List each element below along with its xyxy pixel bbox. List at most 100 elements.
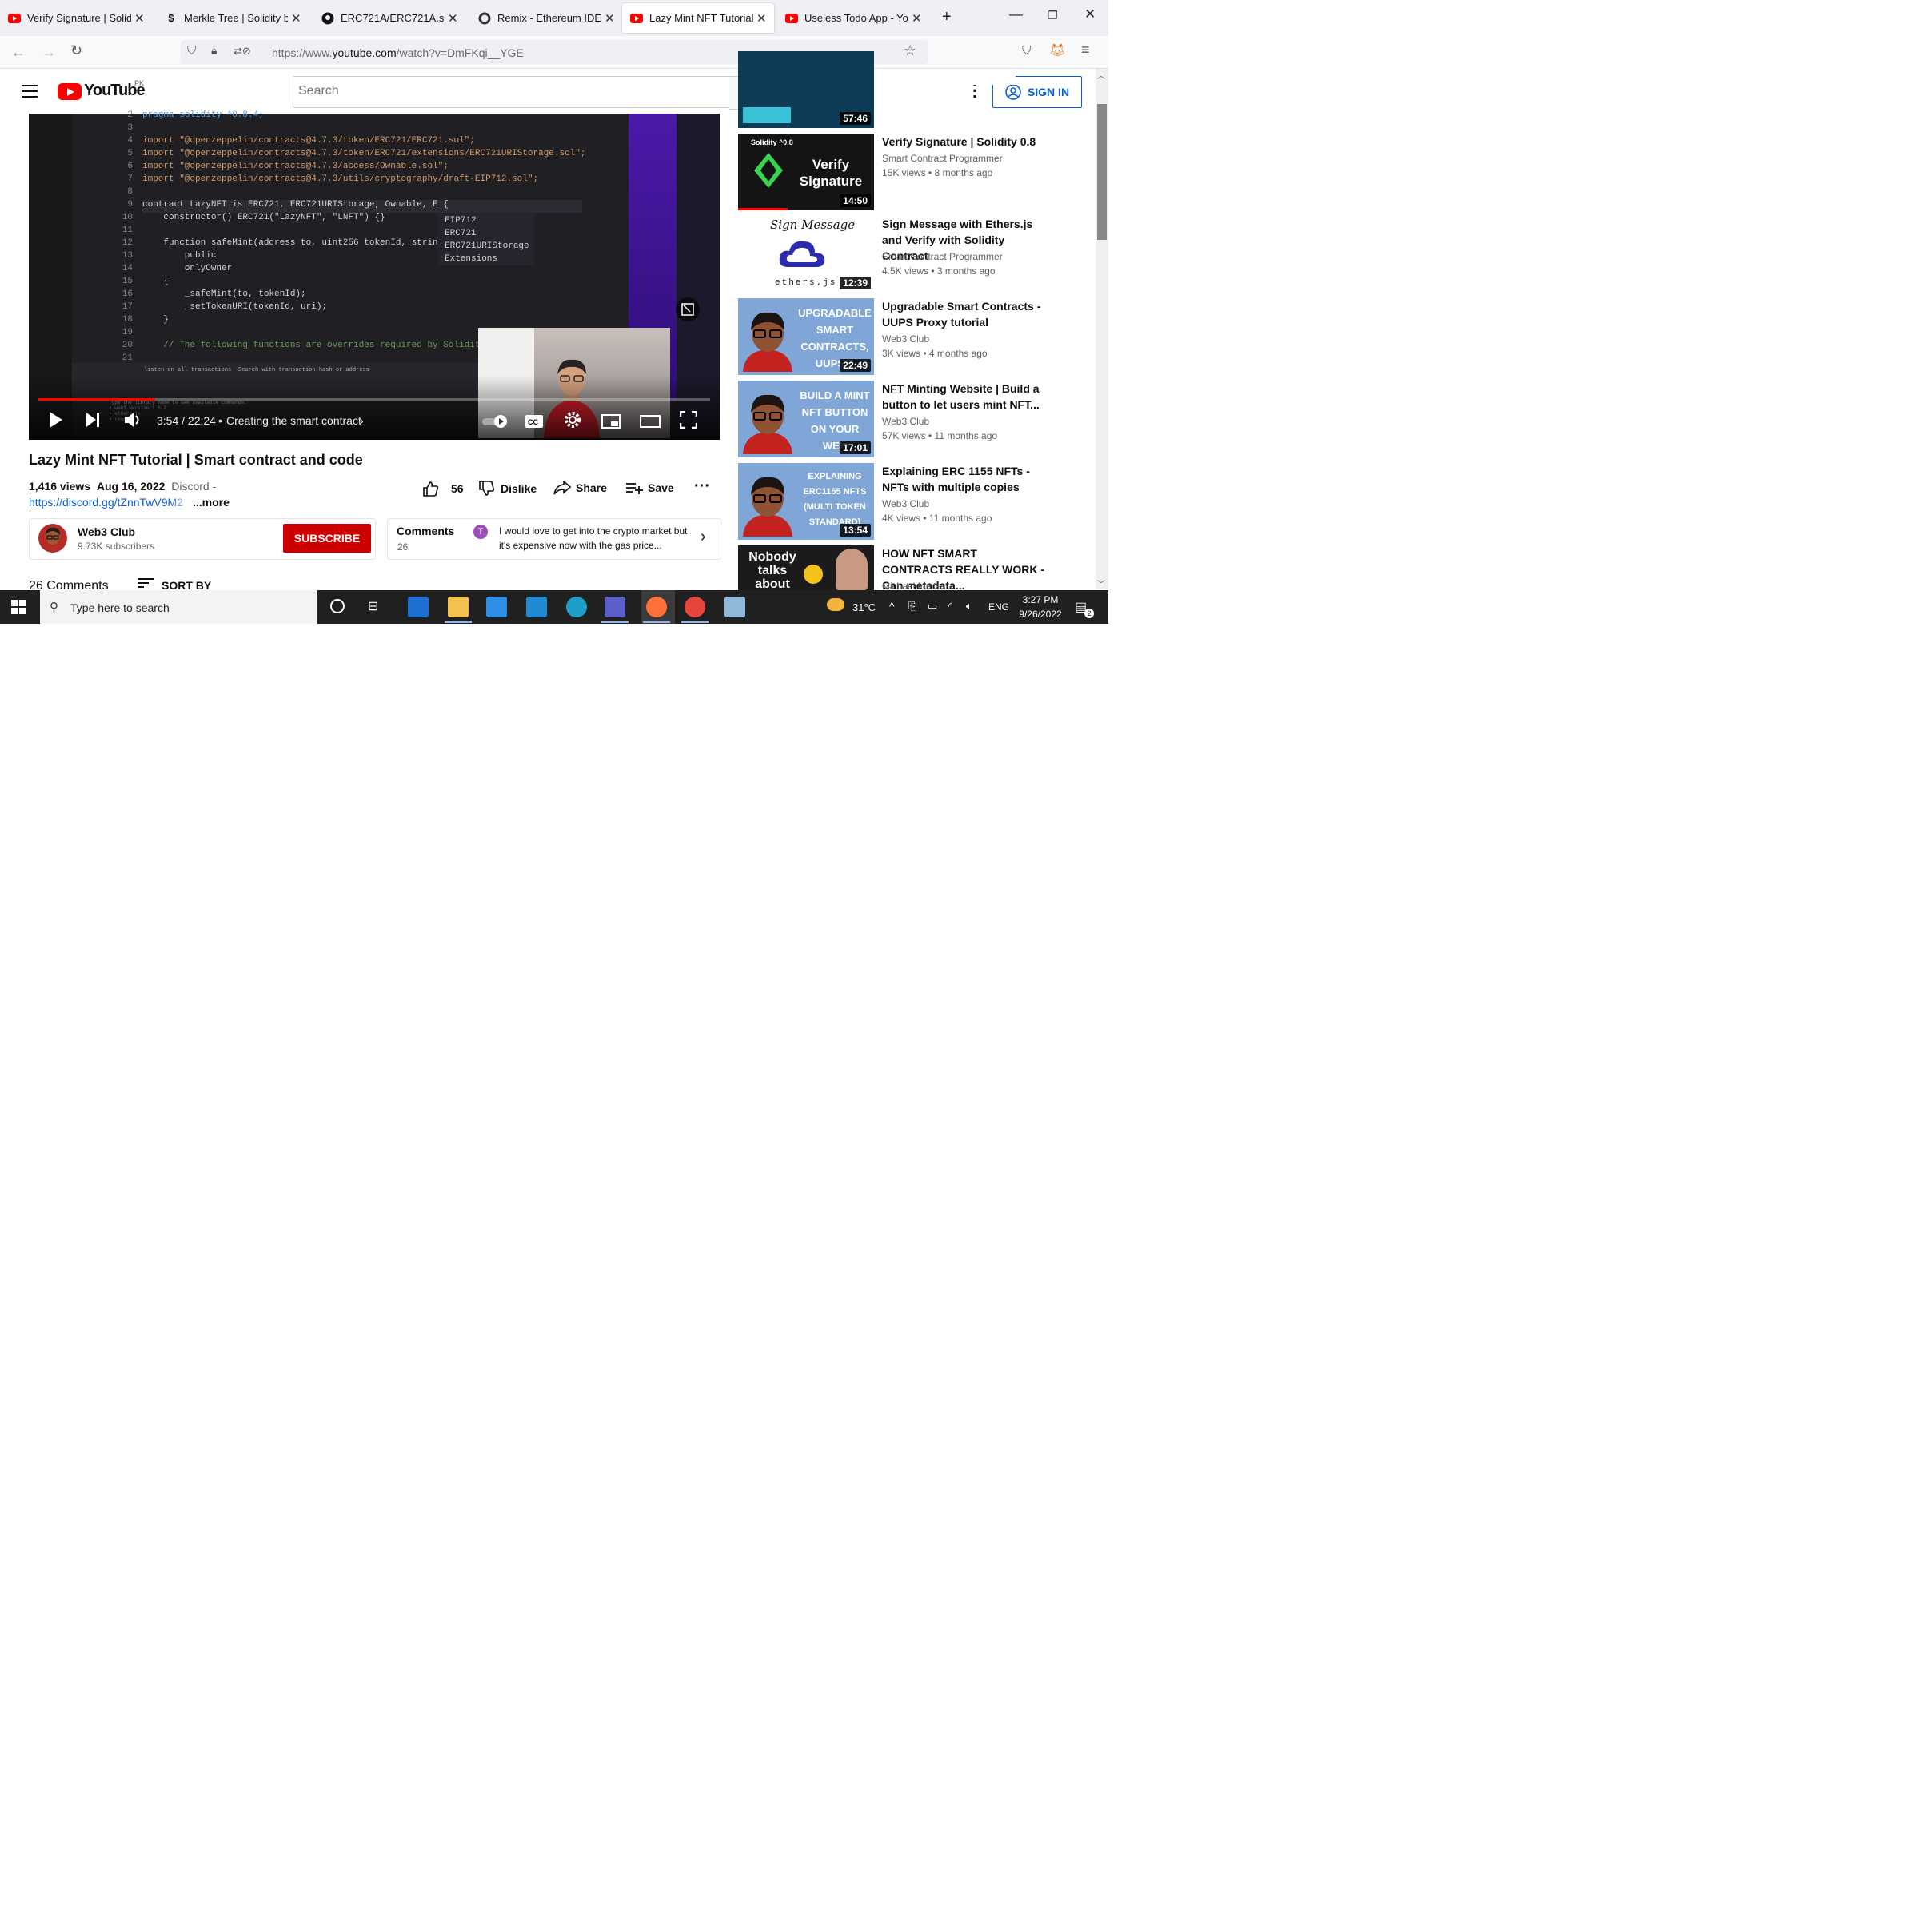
microsoft-store-icon[interactable] xyxy=(486,597,507,617)
app-menu-icon[interactable]: ≡ xyxy=(1081,42,1090,58)
related-channel[interactable]: Michael Ionita xyxy=(882,581,941,590)
clock-time[interactable]: 3:27 PM xyxy=(1020,594,1060,605)
related-video-1[interactable]: Solidity ^0.8 Verify Signature 14:50 Veri… xyxy=(738,134,1074,210)
related-channel[interactable]: Smart Contract Programmer xyxy=(882,153,1003,164)
network-icon[interactable]: ◜ xyxy=(948,600,952,613)
scrollbar-thumb[interactable] xyxy=(1097,104,1107,240)
tab-lazy-mint-active[interactable]: Lazy Mint NFT Tutorial | S ✕ xyxy=(622,3,774,33)
play-button[interactable] xyxy=(48,410,64,434)
related-title[interactable]: Explaining ERC 1155 NFTs - NFTs with mul… xyxy=(882,463,1050,495)
search-input[interactable] xyxy=(293,76,730,108)
chapter-title[interactable]: Creating the smart contract xyxy=(226,414,361,427)
related-video-3[interactable]: UPGRADABLE SMART CONTRACTS, UUPS P 22:49… xyxy=(738,298,1074,375)
tab-erc721a[interactable]: ERC721A/ERC721A.sol at ✕ xyxy=(313,0,465,36)
related-video-0[interactable]: 57:46 xyxy=(738,51,1074,128)
chapter-chevron-icon[interactable]: › xyxy=(360,414,364,427)
close-tab-icon[interactable]: ✕ xyxy=(756,11,767,26)
youtube-logo-icon[interactable] xyxy=(58,83,82,100)
tab-remix[interactable]: Remix - Ethereum IDE ✕ xyxy=(470,0,622,36)
related-thumbnail[interactable]: Nobody talks about xyxy=(738,545,874,590)
mute-button[interactable] xyxy=(123,411,144,433)
related-thumbnail[interactable]: Solidity ^0.8 Verify Signature 14:50 xyxy=(738,134,874,210)
notepad-icon[interactable] xyxy=(724,597,745,617)
back-icon[interactable]: ← xyxy=(11,44,26,61)
related-thumbnail[interactable]: Sign Message ethers.js 12:39 xyxy=(738,216,874,293)
clock-date[interactable]: 9/26/2022 xyxy=(1016,609,1065,620)
related-channel[interactable]: Web3 Club xyxy=(882,333,929,345)
close-tab-icon[interactable]: ✕ xyxy=(448,11,458,26)
fullscreen-button[interactable] xyxy=(679,410,698,433)
dislike-button[interactable]: Dislike xyxy=(478,481,537,497)
miniplayer-button[interactable] xyxy=(601,413,621,433)
related-thumbnail[interactable]: UPGRADABLE SMART CONTRACTS, UUPS P 22:49 xyxy=(738,298,874,375)
description-link[interactable]: https://discord.gg/tZnnTwV9M2 xyxy=(29,496,183,509)
weather-temperature[interactable]: 31°C xyxy=(852,601,876,613)
permissions-icon[interactable]: ⇄⊘ xyxy=(234,45,251,58)
tab-verify-signature[interactable]: Verify Signature | Solidity ✕ xyxy=(0,0,152,36)
cortana-icon[interactable] xyxy=(330,599,345,613)
close-tab-icon[interactable]: ✕ xyxy=(605,11,615,26)
scroll-up-icon[interactable]: ︿ xyxy=(1097,69,1105,81)
related-channel[interactable]: Web3 Club xyxy=(882,416,929,427)
chevron-right-icon[interactable]: › xyxy=(701,528,706,546)
task-view-icon[interactable]: ⊟ xyxy=(368,598,378,614)
save-button[interactable]: Save xyxy=(625,481,674,495)
edge-browser-icon[interactable] xyxy=(566,597,587,617)
related-video-4[interactable]: BUILD A MINT NFT BUTTON ON YOUR WEB 17:0… xyxy=(738,381,1074,457)
scroll-down-icon[interactable]: ﹀ xyxy=(1097,577,1105,589)
like-button[interactable]: 56 xyxy=(422,481,464,497)
autoplay-toggle[interactable] xyxy=(481,413,510,433)
related-thumbnail[interactable]: 57:46 xyxy=(738,51,874,128)
mail-app-icon[interactable] xyxy=(408,597,429,617)
related-channel[interactable]: Smart Contract Programmer xyxy=(882,251,1003,262)
teams-icon[interactable] xyxy=(605,597,625,617)
related-title[interactable]: Verify Signature | Solidity 0.8 xyxy=(882,134,1050,150)
related-video-5[interactable]: EXPLAINING ERC1155 NFTS (MULTI TOKEN STA… xyxy=(738,463,1074,540)
volume-tray-icon[interactable]: 🔈︎ xyxy=(966,600,972,613)
close-tab-icon[interactable]: ✕ xyxy=(291,11,301,26)
related-title[interactable]: NFT Minting Website | Build a button to … xyxy=(882,381,1050,413)
guide-menu-icon[interactable] xyxy=(22,85,38,102)
firefox-icon[interactable] xyxy=(646,597,667,617)
new-tab-button[interactable]: + xyxy=(942,8,952,26)
lock-icon[interactable]: 🔒︎ xyxy=(211,44,217,58)
channel-avatar[interactable] xyxy=(38,524,67,553)
vscode-icon[interactable] xyxy=(526,597,547,617)
related-title[interactable]: Upgradable Smart Contracts - UUPS Proxy … xyxy=(882,298,1050,330)
show-hidden-icons-icon[interactable]: ^ xyxy=(889,600,895,613)
minimize-icon[interactable]: — xyxy=(1009,6,1023,22)
tab-merkle-tree[interactable]: $ Merkle Tree | Solidity by E ✕ xyxy=(157,0,309,36)
weather-icon[interactable] xyxy=(827,598,844,611)
related-video-6[interactable]: Nobody talks about HOW NFT SMART CONTRAC… xyxy=(738,545,1074,590)
video-progress-bar[interactable] xyxy=(38,398,710,401)
more-actions-icon[interactable]: ··· xyxy=(694,477,710,496)
share-button[interactable]: Share xyxy=(553,481,607,495)
theater-mode-button[interactable] xyxy=(640,413,661,433)
forward-icon[interactable]: → xyxy=(42,44,56,61)
reload-icon[interactable]: ↻ xyxy=(70,42,82,59)
battery-icon[interactable]: ▭ xyxy=(928,600,937,613)
close-tab-icon[interactable]: ✕ xyxy=(134,11,145,26)
meet-now-icon[interactable]: ⎘ xyxy=(908,600,916,613)
related-video-2[interactable]: Sign Message ethers.js 12:39 Sign Messag… xyxy=(738,216,1074,293)
windows-start-icon[interactable] xyxy=(11,600,26,618)
miniplayer-expand-button[interactable] xyxy=(676,297,700,321)
close-window-icon[interactable]: ✕ xyxy=(1084,6,1096,22)
chrome-icon[interactable] xyxy=(685,597,705,617)
file-explorer-icon[interactable] xyxy=(448,597,469,617)
captions-button[interactable]: CC xyxy=(525,413,544,433)
tab-useless-todo[interactable]: Useless Todo App - YouTu ✕ xyxy=(777,0,929,36)
related-thumbnail[interactable]: BUILD A MINT NFT BUTTON ON YOUR WEB 17:0… xyxy=(738,381,874,457)
close-tab-icon[interactable]: ✕ xyxy=(912,11,922,26)
related-thumbnail[interactable]: EXPLAINING ERC1155 NFTS (MULTI TOKEN STA… xyxy=(738,463,874,540)
related-channel[interactable]: Web3 Club xyxy=(882,498,929,509)
shield-icon[interactable]: ⛉ xyxy=(187,44,196,58)
url-text[interactable]: https://www.youtube.com/watch?v=DmFKqi__… xyxy=(272,46,524,59)
subscribe-button[interactable]: SUBSCRIBE xyxy=(283,524,371,553)
input-language[interactable]: ENG xyxy=(988,601,1009,613)
next-button[interactable] xyxy=(85,410,102,434)
channel-name[interactable]: Web3 Club xyxy=(78,525,135,538)
settings-button[interactable] xyxy=(563,410,582,434)
more-button[interactable]: ...more xyxy=(193,496,230,509)
restore-icon[interactable]: ❐ xyxy=(1048,9,1058,22)
